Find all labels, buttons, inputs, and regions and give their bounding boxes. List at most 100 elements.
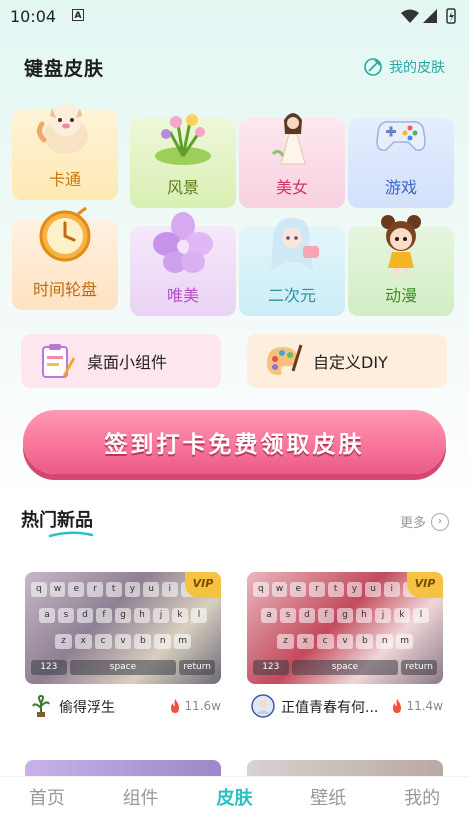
keyboard-row: 123 space return	[253, 660, 437, 675]
skin-meta: 正值青春有何... 11.4w	[247, 684, 443, 728]
nav-profile[interactable]: 我的	[375, 777, 469, 834]
category-label: 唯美	[166, 286, 199, 305]
category-label: 二次元	[267, 286, 316, 305]
clock-icon	[39, 206, 91, 262]
keyboard-row: 123 space return	[31, 660, 215, 675]
more-button[interactable]: 更多 ›	[400, 512, 449, 531]
skin-heat: 11.4w	[391, 699, 443, 713]
keyboard-key: n	[376, 634, 394, 649]
nav-widgets[interactable]: 组件	[94, 777, 188, 834]
category-label: 游戏	[384, 178, 417, 197]
skin-card[interactable]: qwertyuiop asdfghjkl zxcvbnm 123spaceret…	[25, 572, 221, 728]
keyboard-key: a	[261, 608, 277, 623]
keyboard-key: l	[413, 608, 429, 623]
keyboard-key: y	[124, 582, 141, 597]
nav-wallpaper[interactable]: 壁纸	[281, 777, 375, 834]
category-aesthetic[interactable]: 唯美	[130, 212, 236, 316]
keyboard-key: w	[49, 582, 66, 597]
anime-girl-icon	[271, 217, 319, 270]
nav-skins[interactable]: 皮肤	[188, 777, 282, 834]
keyboard-key: 123	[31, 660, 67, 675]
skin-card-peek[interactable]	[25, 760, 221, 776]
category-label: 时间轮盘	[32, 280, 97, 299]
page-title: 键盘皮肤	[24, 58, 105, 80]
keyboard-key: x	[296, 634, 314, 649]
keyboard-key: e	[290, 582, 307, 597]
keyboard-key: z	[55, 634, 72, 649]
notification-a-icon: A	[72, 9, 84, 21]
keyboard-key: d	[299, 608, 315, 623]
nav-home[interactable]: 首页	[0, 777, 94, 834]
category-2d[interactable]: 二次元	[239, 217, 345, 316]
category-game[interactable]: 游戏	[348, 118, 454, 208]
vip-badge: VIP	[407, 572, 443, 598]
section-title: 热门新品	[21, 510, 93, 531]
skin-heat-count: 11.6w	[184, 699, 221, 713]
keyboard-key: z	[277, 634, 294, 649]
cat-icon	[36, 104, 88, 154]
keyboard-preview: qwertyuiop asdfghjkl zxcvbnm 123spaceret…	[25, 572, 221, 684]
girl-icon	[271, 113, 306, 165]
gamepad-icon	[376, 121, 426, 151]
keyboard-key: r	[87, 582, 103, 597]
status-icons	[401, 8, 456, 24]
keyboard-row: zxcvbnm	[55, 634, 192, 649]
keyboard-row: asdfghjkl	[39, 608, 207, 623]
keyboard-key: t	[105, 582, 122, 597]
keyboard-preview: qwertyuiop asdfghjkl zxcvbnm 123spaceret…	[247, 572, 443, 684]
category-label: 动漫	[384, 286, 417, 305]
palette-icon	[267, 344, 303, 375]
keyboard-key: l	[191, 608, 207, 623]
section-underline	[48, 531, 94, 538]
fire-icon	[171, 699, 180, 713]
skin-card[interactable]: qwertyuiop asdfghjkl zxcvbnm 123spaceret…	[247, 572, 443, 728]
checkin-button[interactable]: 签到打卡免费领取皮肤	[23, 410, 446, 474]
category-cartoon[interactable]: 卡通	[12, 104, 118, 200]
clipboard-icon	[42, 344, 75, 378]
keyboard-key: c	[316, 634, 334, 649]
category-beauty[interactable]: 美女	[239, 113, 345, 208]
category-grid: 卡通 风景 美女 游戏 时间轮盘 唯美 二次元 动漫	[12, 104, 457, 316]
keyboard-key: x	[74, 634, 92, 649]
category-label: 美女	[275, 178, 308, 197]
keyboard-key: space	[69, 660, 177, 675]
keyboard-key: k	[172, 608, 188, 623]
keyboard-key: h	[356, 608, 372, 623]
checkin-label: 签到打卡免费领取皮肤	[104, 432, 365, 458]
category-time-wheel[interactable]: 时间轮盘	[12, 206, 118, 310]
keyboard-key: n	[154, 634, 172, 649]
category-scenery[interactable]: 风景	[130, 114, 236, 208]
keyboard-key: b	[134, 634, 152, 649]
desktop-widget-label: 桌面小组件	[87, 353, 168, 372]
skin-meta: 偷得浮生 11.6w	[25, 684, 221, 728]
keyboard-key: 123	[253, 660, 289, 675]
keyboard-key: return	[401, 660, 437, 675]
custom-diy-button[interactable]: 自定义DIY	[247, 334, 447, 388]
keyboard-key: q	[253, 582, 269, 597]
keyboard-key: space	[291, 660, 399, 675]
keyboard-key: s	[58, 608, 74, 623]
keyboard-key: g	[115, 608, 131, 623]
skin-heat: 11.6w	[169, 699, 221, 713]
more-label: 更多	[399, 516, 426, 531]
keyboard-key: m	[174, 634, 192, 649]
skin-card-peek[interactable]	[247, 760, 443, 776]
category-label: 风景	[166, 178, 199, 197]
vip-badge: VIP	[185, 572, 221, 598]
keyboard-key: q	[31, 582, 47, 597]
keyboard-key: a	[39, 608, 55, 623]
keyboard-key: e	[68, 582, 85, 597]
my-skins-button[interactable]: 我的皮肤	[363, 57, 445, 77]
keyboard-key: f	[96, 608, 112, 623]
keyboard-key: k	[394, 608, 410, 623]
fire-icon	[393, 699, 402, 713]
category-anime[interactable]: 动漫	[348, 215, 454, 316]
keyboard-key: d	[77, 608, 93, 623]
custom-diy-label: 自定义DIY	[313, 353, 388, 372]
user-avatar-icon	[251, 694, 275, 718]
status-bar: 10:04 A	[0, 0, 469, 32]
flower-bush-icon	[155, 114, 211, 165]
desktop-widget-button[interactable]: 桌面小组件	[21, 334, 221, 388]
keyboard-key: r	[309, 582, 325, 597]
keyboard-row: zxcvbnm	[277, 634, 414, 649]
